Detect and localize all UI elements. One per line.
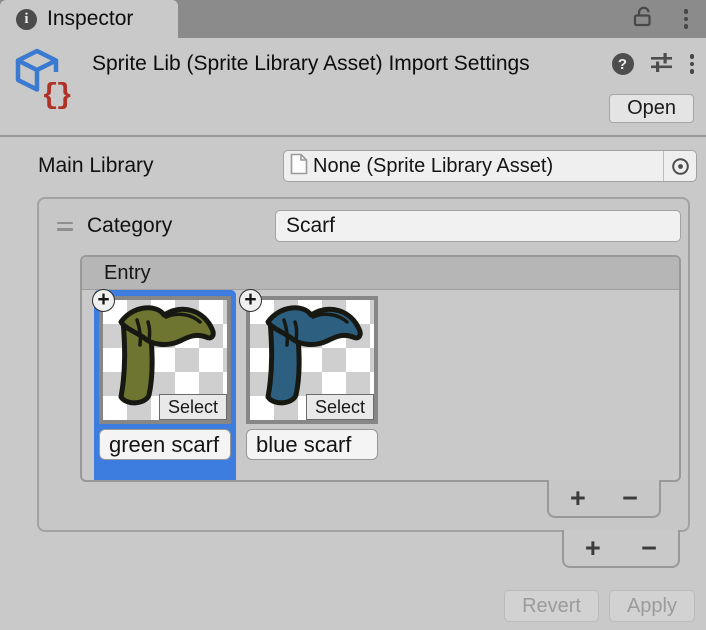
category-row: Category Scarf	[39, 205, 688, 247]
entry-name-field[interactable]: green scarf	[99, 429, 231, 460]
tab-inspector[interactable]: i Inspector	[0, 0, 178, 38]
category-add-button[interactable]: +	[585, 535, 601, 562]
object-picker-icon[interactable]	[663, 151, 696, 181]
category-remove-button[interactable]: −	[641, 535, 657, 562]
category-list-item: Category Scarf Entry +	[37, 197, 690, 532]
info-icon: i	[16, 9, 37, 30]
braces-glyph: {}	[41, 81, 70, 110]
add-overlay-icon: +	[239, 289, 262, 312]
select-button[interactable]: Select	[159, 394, 227, 420]
revert-button[interactable]: Revert	[504, 590, 599, 622]
main-library-row: Main Library None (Sprite Library Asset)	[38, 149, 697, 183]
unlock-icon[interactable]	[631, 5, 654, 33]
drag-handle-icon[interactable]	[57, 222, 73, 231]
page-title: Sprite Lib (Sprite Library Asset) Import…	[92, 52, 606, 76]
open-button[interactable]: Open	[609, 94, 694, 123]
entry-tile-blue-scarf[interactable]: + Select blue scarf	[241, 290, 383, 480]
main-library-label: Main Library	[38, 154, 283, 178]
tab-kebab-menu-icon[interactable]	[684, 9, 689, 29]
entry-list-body: + Select green scarf	[82, 290, 679, 480]
entry-list: Entry + Select gr	[80, 255, 681, 482]
header-kebab-menu-icon[interactable]	[690, 54, 695, 74]
tab-label: Inspector	[47, 7, 133, 31]
sprite-thumbnail-blue-scarf[interactable]: + Select	[246, 296, 378, 424]
sprite-thumbnail-green-scarf[interactable]: + Select	[99, 296, 231, 424]
main-library-value: None (Sprite Library Asset)	[308, 155, 663, 178]
importer-apply-row: Revert Apply	[0, 590, 695, 622]
entry-list-footer: + −	[547, 480, 661, 518]
help-icon[interactable]: ?	[612, 53, 634, 75]
entry-add-button[interactable]: +	[570, 485, 586, 512]
entry-tile-green-scarf[interactable]: + Select green scarf	[94, 290, 236, 480]
apply-button[interactable]: Apply	[609, 590, 695, 622]
tab-strip: i Inspector	[0, 0, 706, 38]
inspector-header: {} Sprite Lib (Sprite Library Asset) Imp…	[0, 38, 706, 137]
inspector-body: Main Library None (Sprite Library Asset)…	[0, 149, 706, 622]
main-library-object-field[interactable]: None (Sprite Library Asset)	[283, 150, 697, 182]
entry-name-field[interactable]: blue scarf	[246, 429, 378, 460]
sprite-library-asset-icon: {}	[14, 48, 70, 110]
presets-icon[interactable]	[650, 51, 674, 78]
category-list-footer: + −	[562, 530, 680, 568]
document-icon	[290, 153, 308, 180]
category-label: Category	[87, 214, 275, 238]
category-name-field[interactable]: Scarf	[275, 210, 681, 242]
entry-remove-button[interactable]: −	[622, 485, 638, 512]
select-button[interactable]: Select	[306, 394, 374, 420]
entry-list-header: Entry	[82, 257, 679, 290]
add-overlay-icon: +	[92, 289, 115, 312]
